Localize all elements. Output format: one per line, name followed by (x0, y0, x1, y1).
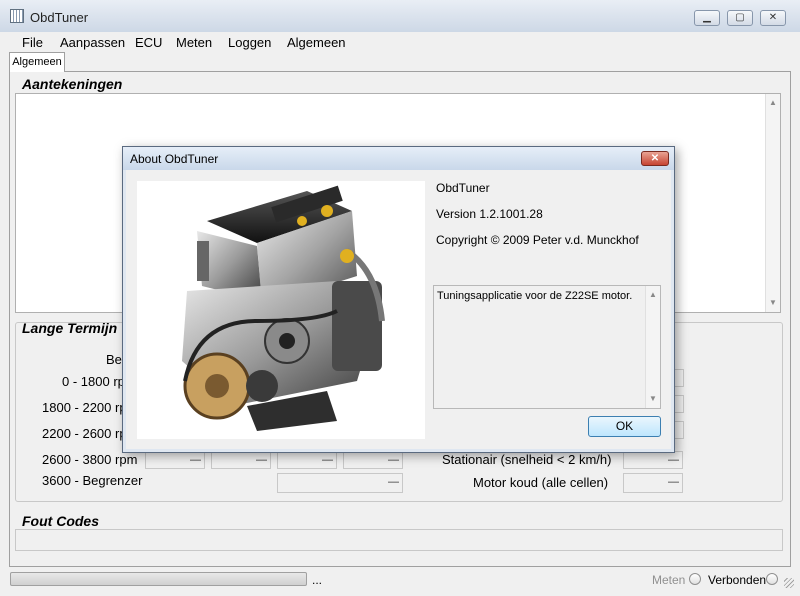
menu-algemeen[interactable]: Algemeen (287, 35, 346, 50)
value-field: — (145, 451, 205, 469)
window-title: ObdTuner (30, 10, 89, 25)
value-field: — (277, 451, 337, 469)
dialog-body: ObdTuner Version 1.2.1001.28 Copyright ©… (126, 170, 671, 449)
close-button[interactable]: ✕ (760, 10, 786, 26)
scroll-up-arrow-icon[interactable]: ▲ (766, 98, 780, 107)
scroll-down-arrow-icon[interactable]: ▼ (646, 394, 660, 403)
long-term-header: Be (106, 352, 122, 367)
menu-file[interactable]: File (22, 35, 43, 50)
description-text: Tuningsapplicatie voor de Z22SE motor. (437, 290, 633, 302)
verbonden-label: Verbonden (708, 573, 767, 587)
notes-scrollbar[interactable]: ▲ ▼ (765, 94, 780, 312)
fault-codes-box (15, 529, 783, 551)
scroll-down-arrow-icon[interactable]: ▼ (766, 298, 780, 307)
value-field-edge (674, 369, 684, 387)
value-field: — (343, 451, 403, 469)
progress-suffix: ... (312, 573, 323, 587)
value-field: — (277, 473, 403, 493)
minimize-button[interactable]: ▁ (694, 10, 720, 26)
menu-ecu[interactable]: ECU (135, 35, 162, 50)
notes-title: Aantekeningen (22, 76, 123, 92)
menu-loggen[interactable]: Loggen (228, 35, 271, 50)
row-label-2600-3800: 2600 - 3800 rpm (42, 452, 138, 467)
menu-aanpassen[interactable]: Aanpassen (60, 35, 125, 50)
motor-koud-label: Motor koud (alle cellen) (473, 475, 609, 490)
verbonden-radio[interactable] (766, 573, 778, 585)
scroll-up-arrow-icon[interactable]: ▲ (646, 290, 660, 299)
progress-bar (10, 572, 307, 586)
tab-algemeen[interactable]: Algemeen (9, 52, 65, 72)
meten-radio[interactable] (689, 573, 701, 585)
description-scrollbar[interactable]: ▲ ▼ (645, 286, 660, 408)
stationair-label: Stationair (snelheid < 2 km/h) (442, 452, 612, 467)
title-bar[interactable] (0, 0, 800, 33)
about-dialog: About ObdTuner ✕ ObdTuner Version 1.2.10… (122, 146, 675, 453)
value-field-edge (674, 395, 684, 413)
version-text: Version 1.2.1001.28 (436, 207, 543, 221)
app-icon (10, 9, 24, 23)
fault-codes-title: Fout Codes (22, 513, 99, 529)
meten-label: Meten (652, 573, 686, 587)
resize-grip-icon[interactable] (784, 578, 794, 588)
long-term-title: Lange Termijn (22, 320, 118, 336)
maximize-button[interactable]: ▢ (727, 10, 753, 26)
motor-koud-field: — (623, 473, 683, 493)
row-label-0-1800: 0 - 1800 rp (62, 374, 125, 389)
value-field: — (211, 451, 271, 469)
engine-image (137, 181, 425, 439)
product-name: ObdTuner (436, 181, 490, 195)
row-label-3600-begrenzer: 3600 - Begrenzer (42, 473, 143, 488)
engine-illustration (182, 185, 385, 431)
ok-button[interactable]: OK (588, 416, 661, 437)
row-label-1800-2200: 1800 - 2200 rp (42, 400, 127, 415)
value-field-edge (674, 421, 684, 439)
menu-meten[interactable]: Meten (176, 35, 212, 50)
row-label-2200-2600: 2200 - 2600 rp (42, 426, 127, 441)
description-textbox[interactable]: Tuningsapplicatie voor de Z22SE motor. ▲… (433, 285, 661, 409)
dialog-close-button[interactable]: ✕ (641, 151, 669, 166)
dialog-title: About ObdTuner (130, 152, 219, 166)
copyright-text: Copyright © 2009 Peter v.d. Munckhof (436, 233, 639, 247)
stationair-field: — (623, 451, 683, 469)
